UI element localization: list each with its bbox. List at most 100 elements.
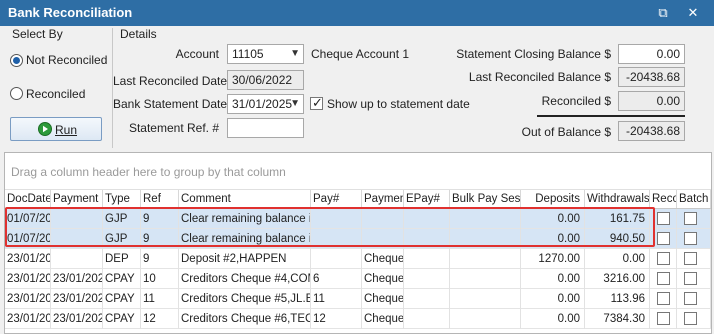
cell-docdate: 23/01/20	[5, 309, 51, 329]
batch-checkbox[interactable]	[684, 212, 697, 225]
column-header-payment[interactable]: Payment I	[51, 190, 103, 208]
account-value: 11105	[232, 47, 264, 61]
reconciled-radio[interactable]	[10, 87, 23, 100]
statement-ref-label: Statement Ref. #	[128, 121, 219, 135]
cell-payment: 23/01/202	[51, 309, 103, 329]
cell-ref: 10	[141, 269, 179, 289]
reconciled-label[interactable]: Reconciled	[26, 87, 85, 101]
column-header-docdate[interactable]: DocDate	[5, 190, 51, 208]
cell-pay: 6	[311, 269, 362, 289]
column-header-reco[interactable]: Reco	[650, 190, 677, 208]
column-header-pay[interactable]: Pay#	[311, 190, 362, 208]
cell-comment: Clear remaining balance in	[179, 229, 311, 249]
statement-ref-input[interactable]	[227, 118, 304, 138]
run-button[interactable]: Run	[10, 117, 102, 141]
cell-deposits: 0.00	[521, 269, 585, 289]
column-header-type[interactable]: Type	[103, 190, 141, 208]
not-reconciled-radio[interactable]	[10, 54, 23, 67]
cell-paymen	[362, 229, 404, 249]
table-row[interactable]: 23/01/20 23/01/202 CPAY 11 Creditors Che…	[5, 289, 711, 309]
bank-statement-date-label: Bank Statement Date	[113, 97, 228, 111]
cell-docdate: 23/01/20	[5, 249, 51, 269]
reco-checkbox[interactable]	[657, 252, 670, 265]
column-header-comment[interactable]: Comment	[179, 190, 311, 208]
cell-docdate: 01/07/20	[5, 229, 51, 249]
cell-paymen: Cheque	[362, 309, 404, 329]
column-header-epay[interactable]: EPay#	[404, 190, 450, 208]
column-header-bulk-pay-sess[interactable]: Bulk Pay Sess	[450, 190, 521, 208]
cell-deposits: 1270.00	[521, 249, 585, 269]
table-row[interactable]: 23/01/20 23/01/202 CPAY 10 Creditors Che…	[5, 269, 711, 289]
reco-checkbox[interactable]	[657, 312, 670, 325]
cell-ref: 9	[141, 229, 179, 249]
play-icon	[38, 122, 52, 136]
cell-paymen	[362, 209, 404, 229]
cell-bulk-pay-sess	[450, 249, 521, 269]
last-reconciled-balance-label: Last Reconciled Balance $	[468, 70, 611, 84]
reconciled-amount-label: Reconciled $	[541, 94, 611, 108]
cell-ref: 12	[141, 309, 179, 329]
reco-checkbox[interactable]	[657, 232, 670, 245]
cell-comment: Clear remaining balance in	[179, 209, 311, 229]
last-reconciled-balance-field: -20438.68	[618, 67, 685, 87]
chevron-down-icon[interactable]: ▼	[290, 97, 300, 111]
statement-closing-balance-input[interactable]: 0.00	[618, 44, 685, 64]
transactions-grid: Drag a column header here to group by th…	[4, 152, 712, 334]
bank-statement-date-picker[interactable]: 31/01/2025 ▼	[227, 94, 304, 114]
column-header-paymen[interactable]: Paymen	[362, 190, 404, 208]
batch-checkbox[interactable]	[684, 292, 697, 305]
batch-checkbox[interactable]	[684, 252, 697, 265]
reco-checkbox[interactable]	[657, 272, 670, 285]
close-icon[interactable]: ✕	[682, 3, 704, 23]
batch-checkbox[interactable]	[684, 272, 697, 285]
table-row[interactable]: 01/07/20 GJP 9 Clear remaining balance i…	[5, 229, 711, 249]
account-select[interactable]: 11105 ▼	[227, 44, 304, 64]
out-of-balance-label: Out of Balance $	[521, 125, 611, 139]
cell-reco	[650, 229, 677, 249]
cell-type: GJP	[103, 229, 141, 249]
batch-checkbox[interactable]	[684, 312, 697, 325]
table-row[interactable]: 01/07/20 GJP 9 Clear remaining balance i…	[5, 209, 711, 229]
cell-batch	[677, 209, 711, 229]
cell-payment	[51, 209, 103, 229]
show-up-to-statement-date-checkbox[interactable]	[310, 95, 323, 111]
total-divider	[537, 115, 685, 117]
cell-type: GJP	[103, 209, 141, 229]
table-row[interactable]: 23/01/20 DEP 9 Deposit #2,HAPPEN Cheque …	[5, 249, 711, 269]
select-by-panel: Select By Not Reconciled Reconciled Run	[0, 26, 112, 150]
cell-epay	[404, 249, 450, 269]
reco-checkbox[interactable]	[657, 292, 670, 305]
group-by-hint: Drag a column header here to group by th…	[11, 165, 286, 179]
column-header-ref[interactable]: Ref	[141, 190, 179, 208]
cell-reco	[650, 209, 677, 229]
cell-paymen: Cheque	[362, 289, 404, 309]
column-header-withdrawals[interactable]: Withdrawals	[585, 190, 650, 208]
cell-type: CPAY	[103, 309, 141, 329]
restore-icon[interactable]: ⧉	[652, 3, 674, 23]
column-header-deposits[interactable]: Deposits	[521, 190, 585, 208]
cell-epay	[404, 289, 450, 309]
cell-pay	[311, 249, 362, 269]
cell-docdate: 23/01/20	[5, 269, 51, 289]
cell-payment	[51, 249, 103, 269]
batch-checkbox[interactable]	[684, 232, 697, 245]
cell-payment: 23/01/202	[51, 269, 103, 289]
cell-reco	[650, 309, 677, 329]
column-header-batch[interactable]: Batch	[677, 190, 711, 208]
reco-checkbox[interactable]	[657, 212, 670, 225]
table-row[interactable]: 23/01/20 23/01/202 CPAY 12 Creditors Che…	[5, 309, 711, 329]
cell-withdrawals: 113.96	[585, 289, 650, 309]
not-reconciled-label[interactable]: Not Reconciled	[26, 53, 107, 67]
details-panel: Details Account 11105 ▼ Cheque Account 1…	[113, 26, 713, 150]
cell-paymen: Cheque	[362, 269, 404, 289]
cell-batch	[677, 269, 711, 289]
cell-epay	[404, 309, 450, 329]
cell-reco	[650, 269, 677, 289]
cell-deposits: 0.00	[521, 309, 585, 329]
cell-reco	[650, 289, 677, 309]
chevron-down-icon[interactable]: ▼	[290, 47, 300, 61]
cell-batch	[677, 249, 711, 269]
cell-payment	[51, 229, 103, 249]
cell-ref: 9	[141, 209, 179, 229]
cell-docdate: 23/01/20	[5, 289, 51, 309]
